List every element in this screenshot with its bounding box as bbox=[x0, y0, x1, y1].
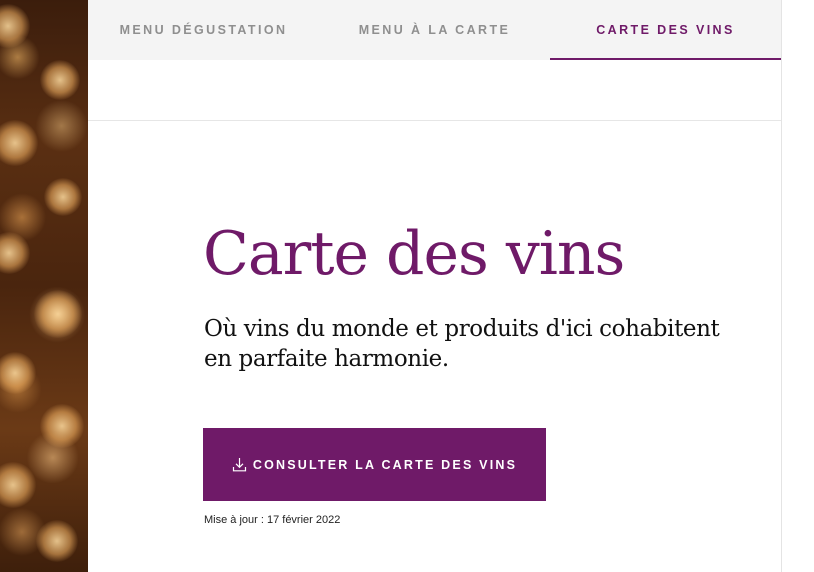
section-divider bbox=[88, 120, 781, 121]
tab-menu-degustation[interactable]: MENU DÉGUSTATION bbox=[88, 0, 319, 60]
bokeh-light bbox=[36, 520, 78, 562]
bokeh-light bbox=[0, 352, 36, 394]
last-updated-text: Mise à jour : 17 février 2022 bbox=[204, 514, 341, 526]
tab-carte-des-vins[interactable]: CARTE DES VINS bbox=[550, 0, 781, 60]
bokeh-light bbox=[40, 404, 84, 448]
bokeh-light bbox=[40, 60, 80, 100]
bokeh-light bbox=[0, 232, 30, 274]
tab-menu-a-la-carte[interactable]: MENU À LA CARTE bbox=[319, 0, 550, 60]
bokeh-light bbox=[0, 120, 38, 166]
content-right-border bbox=[781, 0, 782, 572]
bokeh-light bbox=[0, 4, 30, 48]
bokeh-photo-strip bbox=[0, 0, 88, 572]
download-icon bbox=[232, 457, 247, 472]
consult-wine-list-button[interactable]: CONSULTER LA CARTE DES VINS bbox=[203, 428, 546, 501]
bokeh-light bbox=[34, 290, 82, 338]
bokeh-light bbox=[0, 462, 36, 508]
page-title: Carte des vins bbox=[203, 219, 625, 289]
page-subtitle: Où vins du monde et produits d'ici cohab… bbox=[204, 316, 720, 372]
bokeh-light bbox=[44, 178, 82, 216]
menu-tabs: MENU DÉGUSTATION MENU À LA CARTE CARTE D… bbox=[88, 0, 781, 60]
consult-wine-list-label: CONSULTER LA CARTE DES VINS bbox=[252, 457, 518, 472]
page: MENU DÉGUSTATION MENU À LA CARTE CARTE D… bbox=[0, 0, 814, 572]
